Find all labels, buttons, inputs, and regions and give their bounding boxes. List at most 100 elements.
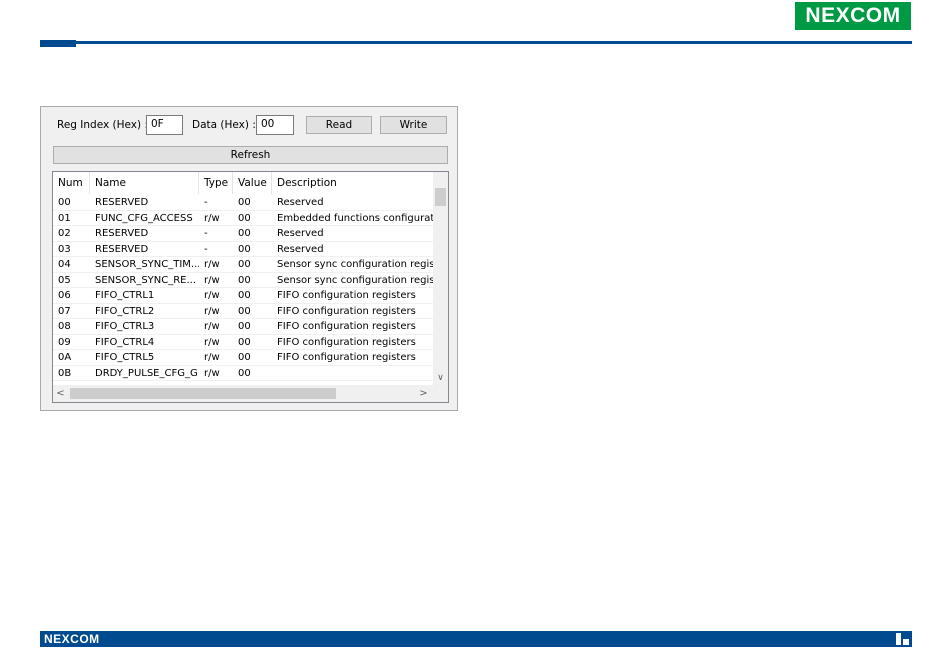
scroll-right-icon[interactable]: > [416,385,431,402]
table-row[interactable]: 08 FIFO_CTRL3 r/w 00 FIFO configuration regi… [53,319,433,335]
cell-type: r/w [204,367,220,379]
table-row[interactable]: 00 RESERVED - 00 Reserved [53,195,433,211]
table-row[interactable]: 01 FUNC_CFG_ACCESS r/w 00 Embedded functions… [53,211,433,226]
table-row[interactable]: 0B DRDY_PULSE_CFG_G r/w 00 [53,366,433,381]
cell-name: SENSOR_SYNC_RE... [95,274,197,286]
scroll-left-icon[interactable]: < [53,385,68,402]
column-header-num[interactable]: Num [53,172,90,194]
cell-num: 02 [58,228,71,239]
read-button[interactable]: Read [306,116,372,134]
cell-num: 05 [58,274,71,286]
cell-value: 00 [238,305,251,317]
horizontal-scroll-thumb[interactable] [70,388,336,399]
scroll-down-icon[interactable]: ∨ [433,371,448,385]
column-header-value[interactable]: Value [233,172,272,194]
cell-description [272,366,433,381]
table-row[interactable]: 05 SENSOR_SYNC_RE... r/w 00 Sensor sync conf… [53,273,433,288]
cell-value: 00 [238,321,251,332]
cell-num: 00 [58,197,71,208]
table-row[interactable]: 04 SENSOR_SYNC_TIM... r/w 00 Sensor sync con… [53,257,433,273]
cell-name: RESERVED [95,197,149,208]
cell-type: r/w [204,352,220,363]
cell-num: 07 [58,305,71,317]
cell-value: 00 [238,352,251,363]
cell-num: 08 [58,321,71,332]
cell-type: r/w [204,274,220,286]
cell-name: DRDY_PULSE_CFG_G [95,367,198,379]
cell-description: Sensor sync configuration register [277,274,433,286]
cell-description: Reserved [277,243,324,255]
cell-name: SENSOR_SYNC_TIM... [95,259,199,270]
cell-description: FIFO configuration registers [277,290,416,301]
cell-name: RESERVED [95,228,149,239]
cell-name: FIFO_CTRL1 [95,290,155,301]
cell-value: 00 [238,367,251,379]
table-row[interactable]: 0A FIFO_CTRL5 r/w 00 FIFO configuration regi… [53,350,433,366]
vertical-scrollbar[interactable]: ∨ [433,172,448,385]
cell-name: RESERVED [95,243,149,255]
column-header-name[interactable]: Name [90,172,199,194]
data-input[interactable]: 00 [256,115,294,135]
cell-type: r/w [204,290,220,301]
cell-num: 04 [58,259,71,270]
cell-description: FIFO configuration registers [277,336,416,348]
refresh-button[interactable]: Refresh [53,146,448,164]
footer-logo-text: NEXCOM [44,632,100,646]
cell-type: r/w [204,259,220,270]
list-header: Num Name Type Value Description [53,172,433,194]
data-label: Data (Hex) : [192,119,256,131]
cell-name: FIFO_CTRL3 [95,321,155,332]
cell-type: - [204,228,208,239]
footer-bar: NEXCOM [40,631,912,647]
cell-num: 0A [58,352,72,363]
cell-type: r/w [204,212,220,224]
cell-value: 00 [238,336,251,348]
cell-num: 09 [58,336,71,348]
reg-index-label: Reg Index (Hex) : [57,119,148,131]
cell-value: 00 [238,197,251,208]
vertical-scroll-thumb[interactable] [435,188,446,206]
cell-num: 01 [58,212,71,224]
table-row[interactable]: 09 FIFO_CTRL4 r/w 00 FIFO configuration regi… [53,335,433,350]
cell-value: 00 [238,228,251,239]
cell-description: Reserved [277,197,324,208]
cell-num: 03 [58,243,71,255]
column-header-type[interactable]: Type [199,172,233,194]
cell-value: 00 [238,274,251,286]
table-row[interactable]: 03 RESERVED - 00 Reserved [53,242,433,257]
table-row[interactable]: 02 RESERVED - 00 Reserved [53,226,433,242]
footer-block-icon [896,633,901,645]
reg-index-input[interactable]: 0F [146,115,183,135]
table-row[interactable]: 07 FIFO_CTRL2 r/w 00 FIFO configuration regi… [53,304,433,319]
cell-value: 00 [238,259,251,270]
cell-description: Sensor sync configuration register [277,259,433,270]
cell-name: FIFO_CTRL5 [95,352,155,363]
cell-type: - [204,197,208,208]
cell-type: r/w [204,305,220,317]
horizontal-scrollbar[interactable]: < > [53,385,448,402]
cell-num: 06 [58,290,71,301]
cell-description: FIFO configuration registers [277,352,416,363]
cell-type: - [204,243,208,255]
cell-num: 0B [58,367,72,379]
logo-text: NEXCOM [805,4,901,27]
cell-description: FIFO configuration registers [277,321,416,332]
column-header-description[interactable]: Description [272,172,433,194]
footer-block-icon-small [903,639,909,645]
nexcom-logo: NEXCOM [795,2,911,30]
cell-name: FUNC_CFG_ACCESS [95,212,193,224]
cell-type: r/w [204,321,220,332]
header-divider [40,41,912,44]
cell-type: r/w [204,336,220,348]
cell-value: 00 [238,290,251,301]
cell-description: FIFO configuration registers [277,305,416,317]
register-list[interactable]: Num Name Type Value Description 00 RESERV… [52,171,449,403]
cell-description: Embedded functions configuration r [277,212,433,224]
cell-description: Reserved [277,228,324,239]
table-row[interactable]: 06 FIFO_CTRL1 r/w 00 FIFO configuration regi… [53,288,433,304]
cell-name: FIFO_CTRL4 [95,336,155,348]
list-body: 00 RESERVED - 00 Reserved 01 FUNC_CFG_ACCESS r/… [53,195,433,385]
write-button[interactable]: Write [380,116,447,134]
cell-value: 00 [238,243,251,255]
register-dialog: Reg Index (Hex) : 0F Data (Hex) : 00 Rea… [40,106,458,411]
